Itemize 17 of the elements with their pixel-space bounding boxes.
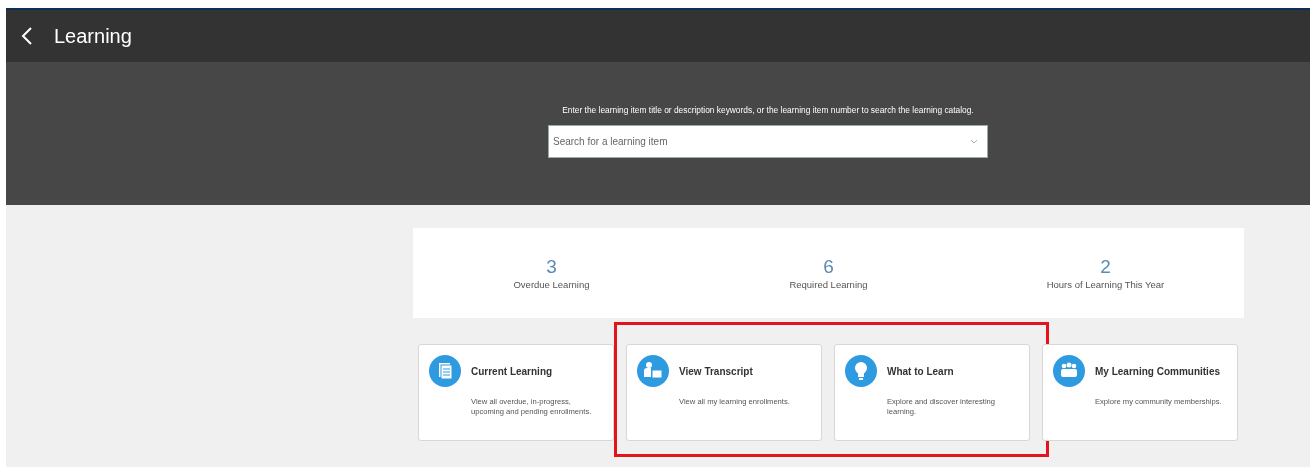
stat-value: 2 bbox=[1100, 256, 1111, 278]
people-group-icon bbox=[1053, 355, 1085, 387]
page-title: Learning bbox=[54, 24, 132, 48]
lightbulb-icon bbox=[845, 355, 877, 387]
card-title: Current Learning bbox=[471, 365, 554, 377]
card-title: My Learning Communities bbox=[1095, 365, 1221, 377]
person-certificate-icon bbox=[637, 355, 669, 387]
stat-label: Required Learning bbox=[789, 279, 868, 290]
stat-label: Overdue Learning bbox=[513, 279, 590, 290]
document-icon bbox=[429, 355, 461, 387]
card-title: What to Learn bbox=[887, 365, 955, 377]
card-title: View Transcript bbox=[679, 365, 754, 377]
search-field[interactable]: Search for a learning item bbox=[548, 125, 988, 158]
stat-value: 3 bbox=[546, 256, 557, 278]
stat-value: 6 bbox=[823, 256, 834, 278]
search-hint: Enter the learning item title or description keywords, or the learning item number to search the learning catalog. bbox=[562, 105, 974, 115]
stat-label: Hours of Learning This Year bbox=[1046, 279, 1165, 290]
